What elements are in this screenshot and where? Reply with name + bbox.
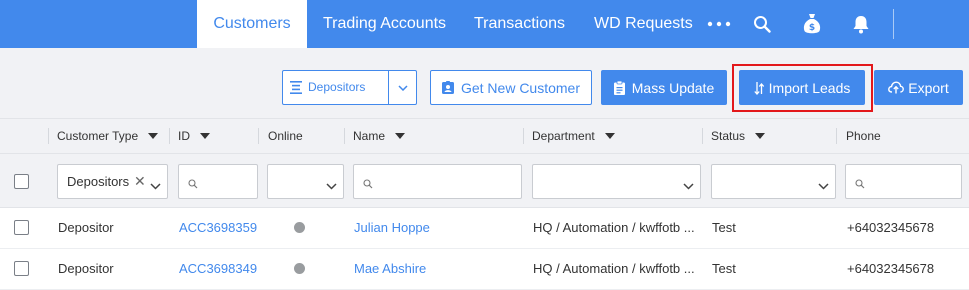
column-separator	[344, 128, 345, 144]
tab-transactions[interactable]: Transactions	[474, 0, 565, 48]
table-row[interactable]: Depositor ACC3698349 Mae Abshire HQ / Au…	[0, 249, 969, 290]
contact-card-icon	[441, 81, 454, 94]
money-bag-icon[interactable]: $	[800, 12, 824, 36]
export-button[interactable]: Export	[874, 70, 963, 105]
tab-trading-accounts[interactable]: Trading Accounts	[323, 0, 446, 48]
customer-id-link[interactable]: ACC3698359	[179, 208, 257, 248]
chevron-down-icon[interactable]	[150, 177, 161, 195]
search-icon	[855, 176, 865, 194]
mass-update-label: Mass Update	[631, 79, 715, 96]
phone-filter-input[interactable]	[845, 164, 962, 199]
status-cell: Test	[712, 220, 736, 235]
cloud-upload-icon	[888, 81, 905, 94]
mass-update-button[interactable]: Mass Update	[601, 70, 727, 105]
column-header-label: Department	[532, 129, 595, 143]
phone-cell: +64032345678	[847, 261, 935, 276]
offline-status-dot	[294, 222, 305, 233]
select-all-checkbox[interactable]	[14, 174, 29, 189]
caret-down-icon[interactable]	[148, 133, 159, 139]
column-separator	[523, 128, 524, 144]
tab-wd-requests[interactable]: WD Requests	[594, 0, 693, 48]
search-icon	[363, 176, 373, 194]
customer-type-filter[interactable]: Depositors ✕	[57, 164, 168, 199]
chevron-down-icon[interactable]	[818, 177, 829, 195]
column-header-label: ID	[178, 129, 190, 143]
filter-row: Depositors ✕	[0, 153, 969, 208]
column-header-label: Customer Type	[57, 129, 139, 143]
caret-down-icon[interactable]	[755, 133, 766, 139]
customer-type-filter-value: Depositors	[67, 174, 130, 189]
column-header-label: Status	[711, 129, 746, 143]
customer-name-link[interactable]: Mae Abshire	[354, 249, 426, 289]
more-icon[interactable]	[707, 12, 731, 36]
row-checkbox[interactable]	[14, 261, 29, 276]
bell-icon[interactable]	[849, 12, 873, 36]
chevron-down-icon[interactable]	[389, 71, 417, 104]
column-separator	[48, 128, 49, 144]
search-icon	[188, 176, 198, 194]
column-header-phone: Phone	[846, 119, 881, 153]
column-separator	[702, 128, 703, 144]
column-header-status[interactable]: Status	[711, 119, 766, 153]
name-filter-input[interactable]	[353, 164, 522, 199]
clipboard-icon	[613, 80, 625, 95]
status-filter-select[interactable]	[711, 164, 836, 199]
column-separator	[258, 128, 259, 144]
export-label: Export	[908, 79, 949, 96]
segment-select-label: Depositors	[308, 80, 366, 94]
status-cell: Test	[712, 261, 736, 276]
customer-type-cell: Depositor	[58, 220, 114, 235]
customer-segment-select[interactable]: Depositors	[282, 70, 417, 105]
phone-cell: +64032345678	[847, 220, 935, 235]
customer-id-link[interactable]: ACC3698349	[179, 249, 257, 289]
get-new-customer-label: Get New Customer	[460, 79, 581, 96]
department-cell: HQ / Automation / kwffotb ...	[533, 220, 695, 235]
column-separator	[836, 128, 837, 144]
table-header: Customer Type ID Online Name Department …	[0, 118, 969, 153]
import-leads-highlight-box	[732, 64, 873, 112]
id-filter-input[interactable]	[178, 164, 258, 199]
table-row[interactable]: Depositor ACC3698359 Julian Hoppe HQ / A…	[0, 208, 969, 249]
chevron-down-icon[interactable]	[683, 177, 694, 195]
column-header-department[interactable]: Department	[532, 119, 615, 153]
customer-type-cell: Depositor	[58, 261, 114, 276]
customer-name-link[interactable]: Julian Hoppe	[354, 208, 430, 248]
department-cell: HQ / Automation / kwffotb ...	[533, 261, 695, 276]
clear-icon[interactable]: ✕	[134, 165, 146, 198]
column-header-label: Name	[353, 129, 386, 143]
caret-down-icon[interactable]	[200, 133, 210, 139]
column-header-online: Online	[268, 119, 303, 153]
column-header-name[interactable]: Name	[353, 119, 406, 153]
list-icon	[290, 81, 302, 99]
get-new-customer-button[interactable]: Get New Customer	[430, 70, 592, 105]
nav-divider	[893, 9, 894, 39]
top-navigation: Customers Trading Accounts Transactions …	[0, 0, 969, 48]
department-filter-select[interactable]	[532, 164, 701, 199]
caret-down-icon[interactable]	[395, 133, 406, 139]
online-filter-select[interactable]	[267, 164, 344, 199]
column-header-label: Online	[268, 129, 303, 143]
column-header-id[interactable]: ID	[178, 119, 210, 153]
svg-text:$: $	[809, 23, 815, 33]
column-header-customer-type[interactable]: Customer Type	[57, 119, 159, 153]
offline-status-dot	[294, 263, 305, 274]
caret-down-icon[interactable]	[604, 133, 615, 139]
row-checkbox[interactable]	[14, 220, 29, 235]
chevron-down-icon[interactable]	[326, 177, 337, 195]
tab-customers[interactable]: Customers	[197, 0, 307, 48]
column-header-label: Phone	[846, 129, 881, 143]
column-separator	[169, 128, 170, 144]
search-icon[interactable]	[750, 12, 774, 36]
